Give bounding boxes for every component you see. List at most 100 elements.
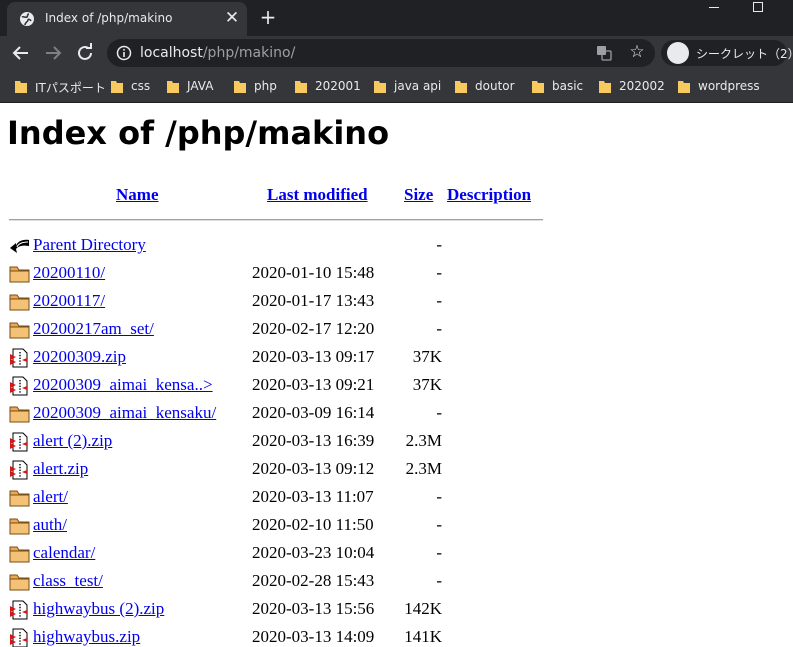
size-cell: 141K [404,627,442,646]
file-link[interactable]: class_test/ [33,571,103,591]
file-link[interactable]: highwaybus (2).zip [33,599,164,619]
folder-icon [599,81,611,93]
last-modified-cell: 2020-01-17 13:43 [252,291,375,310]
file-link[interactable]: highwaybus.zip [33,627,140,647]
folder-icon [678,81,690,93]
column-header-last-modified[interactable]: Last modified [267,185,368,205]
zip-icon[interactable] [9,376,31,396]
page-content: Index of /php/makino Name Last modified … [0,104,793,647]
back-icon[interactable] [9,236,31,256]
header-divider [9,219,543,221]
size-cell: 2.3M [405,459,442,478]
tab-active[interactable]: Index of /php/makino ✕ [7,2,247,36]
file-link[interactable]: alert.zip [33,459,88,479]
file-link[interactable]: 20200217am_set/ [33,319,154,339]
folder-icon [15,81,27,93]
size-cell: - [436,263,442,282]
folder-icon [234,81,246,93]
bookmark-star-icon[interactable]: ☆ [627,42,647,62]
column-header-name[interactable]: Name [116,185,158,205]
table-row: highwaybus (2).zip 2020-03-13 15:56 142K [0,596,560,624]
folder-icon [532,81,544,93]
folder-icon[interactable] [9,320,31,340]
file-link[interactable]: 20200117/ [33,291,105,311]
translate-icon[interactable] [596,45,612,61]
column-header-description[interactable]: Description [447,185,531,205]
folder-icon[interactable] [9,572,31,592]
last-modified-cell: 2020-03-13 15:56 [252,599,375,618]
reload-icon[interactable] [73,41,97,65]
table-row: 20200309_aimai_kensaku/2020-03-09 16:14 - [0,400,560,428]
file-link[interactable]: calendar/ [33,543,95,563]
folder-icon [111,81,123,93]
page-title: Index of /php/makino [7,114,390,152]
url-text: localhost/php/makino/ [140,45,295,61]
info-icon[interactable] [116,45,132,61]
folder-icon[interactable] [9,264,31,284]
file-link[interactable]: alert/ [33,487,68,507]
minimize-icon[interactable] [706,6,722,16]
zip-icon[interactable] [9,600,31,620]
size-cell: 142K [404,599,442,618]
folder-icon[interactable] [9,292,31,312]
tab-close-icon[interactable]: ✕ [222,8,242,28]
folder-icon[interactable] [9,404,31,424]
file-link[interactable]: auth/ [33,515,67,535]
back-arrow-icon[interactable] [9,41,33,65]
table-row: 20200309_aimai_kensa..> 2020-03-13 09:21 3… [0,372,560,400]
size-cell: 37K [412,347,442,366]
zip-icon[interactable] [9,432,31,452]
file-link[interactable]: alert (2).zip [33,431,112,451]
browser-toolbar: localhost/php/makino/ ☆ シークレット（2） [0,36,793,70]
forward-arrow-icon[interactable] [41,41,65,65]
bookmark-label: JAVA [187,79,214,93]
globe-icon [20,12,34,26]
bookmark-label: wordpress [698,79,760,93]
bookmark-label: java api [394,79,442,93]
file-link[interactable]: 20200309.zip [33,347,126,367]
size-cell: - [436,403,442,422]
bookmarks-bar: ITパスポート css JAVA php 202001 java api dou… [0,70,793,103]
folder-icon[interactable] [9,488,31,508]
table-row: 20200309.zip 2020-03-13 09:17 37K [0,344,560,372]
table-row: calendar/2020-03-23 10:04 - [0,540,560,568]
last-modified-cell: 2020-01-10 15:48 [252,263,375,282]
last-modified-cell: 2020-03-09 16:14 [252,403,375,422]
bookmark-label: css [131,79,151,93]
tab-title: Index of /php/makino [45,11,173,25]
size-cell: - [436,571,442,590]
last-modified-cell: 2020-03-13 09:12 [252,459,375,478]
folder-icon[interactable] [9,516,31,536]
table-row: alert/2020-03-13 11:07 - [0,484,560,512]
new-tab-icon[interactable]: + [257,6,279,28]
zip-icon[interactable] [9,460,31,480]
size-cell: - [436,319,442,338]
bookmark-label: ITパスポート [35,81,106,95]
last-modified-cell: 2020-02-17 12:20 [252,319,375,338]
url-path: /php/makino/ [202,45,296,61]
incognito-icon [667,42,689,64]
table-row: alert (2).zip 2020-03-13 16:39 2.3M [0,428,560,456]
size-cell: - [436,543,442,562]
size-cell: 37K [412,375,442,394]
parent-directory-link[interactable]: Parent Directory [33,235,146,255]
file-link[interactable]: 20200309_aimai_kensa..> [33,375,213,395]
zip-icon[interactable] [9,628,31,647]
address-bar[interactable]: localhost/php/makino/ ☆ [107,39,655,67]
column-header-size[interactable]: Size [404,185,433,205]
bookmark-label: 202002 [619,79,665,93]
zip-icon[interactable] [9,348,31,368]
table-row: highwaybus.zip 2020-03-13 14:09 141K [0,624,560,647]
size-cell: 2.3M [405,431,442,450]
url-host: localhost [140,45,203,61]
bookmark-label: php [254,79,277,93]
incognito-button[interactable]: シークレット（2） [661,40,793,66]
file-link[interactable]: 20200110/ [33,263,105,283]
tab-strip: Index of /php/makino ✕ + [0,0,793,36]
size-cell: - [436,235,442,254]
file-link[interactable]: 20200309_aimai_kensaku/ [33,403,216,423]
folder-icon[interactable] [9,544,31,564]
table-row: alert.zip 2020-03-13 09:12 2.3M [0,456,560,484]
last-modified-cell: 2020-02-10 11:50 [252,515,374,534]
maximize-icon[interactable] [753,2,763,12]
